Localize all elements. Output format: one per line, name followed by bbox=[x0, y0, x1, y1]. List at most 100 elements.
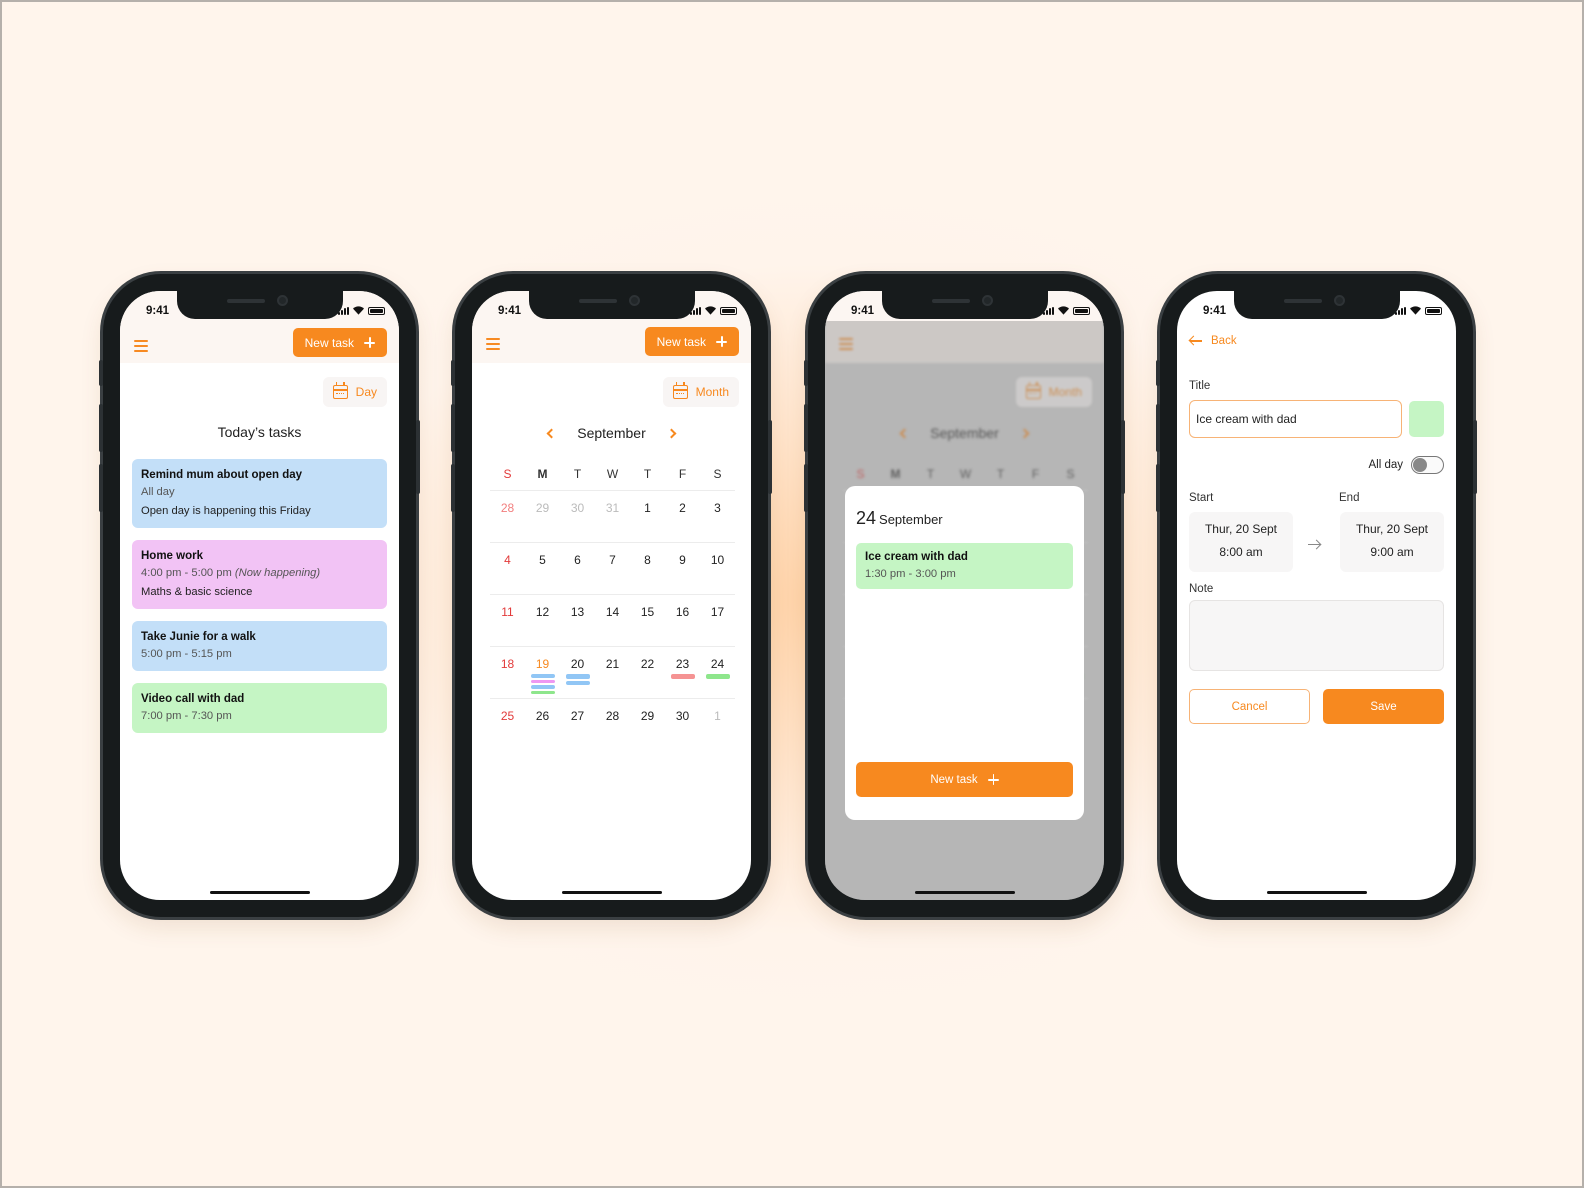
event-time: 1:30 pm - 3:00 pm bbox=[865, 568, 956, 581]
day-number: 8 bbox=[644, 553, 651, 567]
new-task-label: New task bbox=[930, 773, 978, 786]
task-card[interactable]: Video call with dad 7:00 pm - 7:30 pm bbox=[132, 682, 387, 733]
status-time: 9:41 bbox=[498, 305, 522, 317]
day-number: 1 bbox=[714, 709, 721, 723]
calendar-day[interactable]: 29 bbox=[630, 709, 665, 751]
calendar-day[interactable]: 18 bbox=[490, 657, 525, 698]
calendar-day[interactable]: 20 bbox=[560, 657, 595, 698]
calendar-day[interactable]: 5 bbox=[525, 553, 560, 594]
end-time: 9:00 am bbox=[1370, 545, 1414, 559]
modal-new-task-button[interactable]: New task bbox=[856, 762, 1073, 797]
day-number: 10 bbox=[710, 553, 725, 567]
home-indicator bbox=[209, 890, 310, 894]
calendar-day[interactable]: 10 bbox=[700, 553, 735, 594]
day-number: 5 bbox=[539, 553, 546, 567]
calendar-day[interactable]: 1 bbox=[700, 709, 735, 751]
battery-icon bbox=[368, 306, 385, 315]
title-input[interactable]: Ice cream with dad bbox=[1189, 400, 1402, 438]
calendar-day[interactable]: 16 bbox=[665, 605, 700, 646]
calendar-day[interactable]: 15 bbox=[630, 605, 665, 646]
calendar-day[interactable]: 9 bbox=[665, 553, 700, 594]
day-number: 9 bbox=[679, 553, 686, 567]
weekday-label: F bbox=[678, 467, 687, 481]
calendar-day[interactable]: 3 bbox=[700, 501, 735, 542]
day-number: 14 bbox=[605, 605, 620, 619]
day-number: 29 bbox=[535, 501, 550, 515]
menu-icon[interactable] bbox=[134, 340, 148, 352]
calendar-icon bbox=[332, 382, 348, 399]
prev-month-icon[interactable] bbox=[546, 428, 557, 438]
next-month-icon[interactable] bbox=[666, 428, 677, 438]
task-list: Remind mum about open day All day Open d… bbox=[132, 459, 387, 733]
view-toggle-button[interactable]: Month bbox=[662, 377, 739, 407]
calendar-day[interactable]: 23 bbox=[665, 657, 700, 698]
battery-icon bbox=[720, 306, 737, 315]
calendar-day[interactable]: 7 bbox=[595, 553, 630, 594]
end-datetime-picker[interactable]: Thur, 20 Sept 9:00 am bbox=[1340, 512, 1444, 572]
battery-icon bbox=[1073, 306, 1090, 315]
calendar-day[interactable]: 19 bbox=[525, 657, 560, 698]
calendar-day[interactable]: 28 bbox=[490, 501, 525, 542]
start-date: Thur, 20 Sept bbox=[1204, 522, 1278, 536]
task-card[interactable]: Take Junie for a walk 5:00 pm - 5:15 pm bbox=[132, 620, 387, 671]
new-task-button[interactable]: New task bbox=[644, 327, 739, 356]
end-date: Thur, 20 Sept bbox=[1355, 522, 1429, 536]
task-note: Maths & basic science bbox=[141, 585, 253, 598]
calendar-week-row: 25 26 27 28 29 30 1 bbox=[490, 699, 735, 751]
modal-day: 24 bbox=[856, 508, 877, 528]
day-number: 4 bbox=[504, 553, 511, 567]
calendar-day[interactable]: 25 bbox=[490, 709, 525, 751]
day-number: 27 bbox=[570, 709, 585, 723]
calendar-day[interactable]: 27 bbox=[560, 709, 595, 751]
weekday-label: M bbox=[537, 467, 548, 481]
calendar-day[interactable]: 22 bbox=[630, 657, 665, 698]
save-button[interactable]: Save bbox=[1323, 689, 1444, 724]
all-day-toggle[interactable] bbox=[1411, 456, 1444, 474]
note-label: Note bbox=[1189, 583, 1214, 595]
event-card[interactable]: Ice cream with dad 1:30 pm - 3:00 pm bbox=[856, 543, 1073, 590]
calendar-day[interactable]: 2 bbox=[665, 501, 700, 542]
calendar-day[interactable]: 1 bbox=[630, 501, 665, 542]
all-day-row: All day bbox=[1368, 456, 1444, 474]
menu-icon[interactable] bbox=[486, 338, 500, 350]
phone-day-view: 9:41 New task Day Today’s tasks Remind m… bbox=[99, 274, 420, 917]
calendar-day[interactable]: 28 bbox=[595, 709, 630, 751]
calendar-day[interactable]: 12 bbox=[525, 605, 560, 646]
day-number: 30 bbox=[570, 501, 585, 515]
view-toggle-button[interactable]: Day bbox=[322, 377, 387, 407]
calendar-day[interactable]: 26 bbox=[525, 709, 560, 751]
task-card[interactable]: Remind mum about open day All day Open d… bbox=[132, 459, 387, 528]
calendar-day[interactable]: 29 bbox=[525, 501, 560, 542]
weekday-label: T bbox=[643, 467, 652, 481]
note-textarea[interactable] bbox=[1189, 600, 1444, 671]
notch bbox=[176, 291, 343, 319]
task-card[interactable]: Home work 4:00 pm - 5:00 pm (Now happeni… bbox=[132, 539, 387, 609]
task-status: (Now happening) bbox=[234, 567, 321, 580]
calendar-day[interactable]: 17 bbox=[700, 605, 735, 646]
calendar-day[interactable]: 31 bbox=[595, 501, 630, 542]
notch bbox=[881, 291, 1048, 319]
calendar-day[interactable]: 4 bbox=[490, 553, 525, 594]
calendar-day[interactable]: 14 bbox=[595, 605, 630, 646]
calendar-day[interactable]: 8 bbox=[630, 553, 665, 594]
calendar-day[interactable]: 11 bbox=[490, 605, 525, 646]
calendar-icon bbox=[672, 382, 688, 399]
all-day-label: All day bbox=[1368, 459, 1403, 471]
cancel-button[interactable]: Cancel bbox=[1189, 689, 1310, 724]
calendar-day[interactable]: 30 bbox=[560, 501, 595, 542]
calendar-day[interactable]: 30 bbox=[665, 709, 700, 751]
home-indicator bbox=[561, 890, 662, 894]
calendar-day[interactable]: 24 bbox=[700, 657, 735, 698]
modal-month: September bbox=[879, 512, 943, 527]
calendar-day[interactable]: 13 bbox=[560, 605, 595, 646]
back-button[interactable]: Back bbox=[1189, 335, 1237, 347]
task-title: Take Junie for a walk bbox=[141, 630, 256, 643]
event-indicator bbox=[530, 679, 555, 683]
color-picker-swatch[interactable] bbox=[1409, 401, 1444, 437]
start-datetime-picker[interactable]: Thur, 20 Sept 8:00 am bbox=[1189, 512, 1293, 572]
calendar-day[interactable]: 6 bbox=[560, 553, 595, 594]
new-task-button[interactable]: New task bbox=[292, 328, 387, 357]
task-title: Home work bbox=[141, 549, 203, 562]
calendar-day[interactable]: 21 bbox=[595, 657, 630, 698]
event-indicator bbox=[565, 674, 590, 679]
